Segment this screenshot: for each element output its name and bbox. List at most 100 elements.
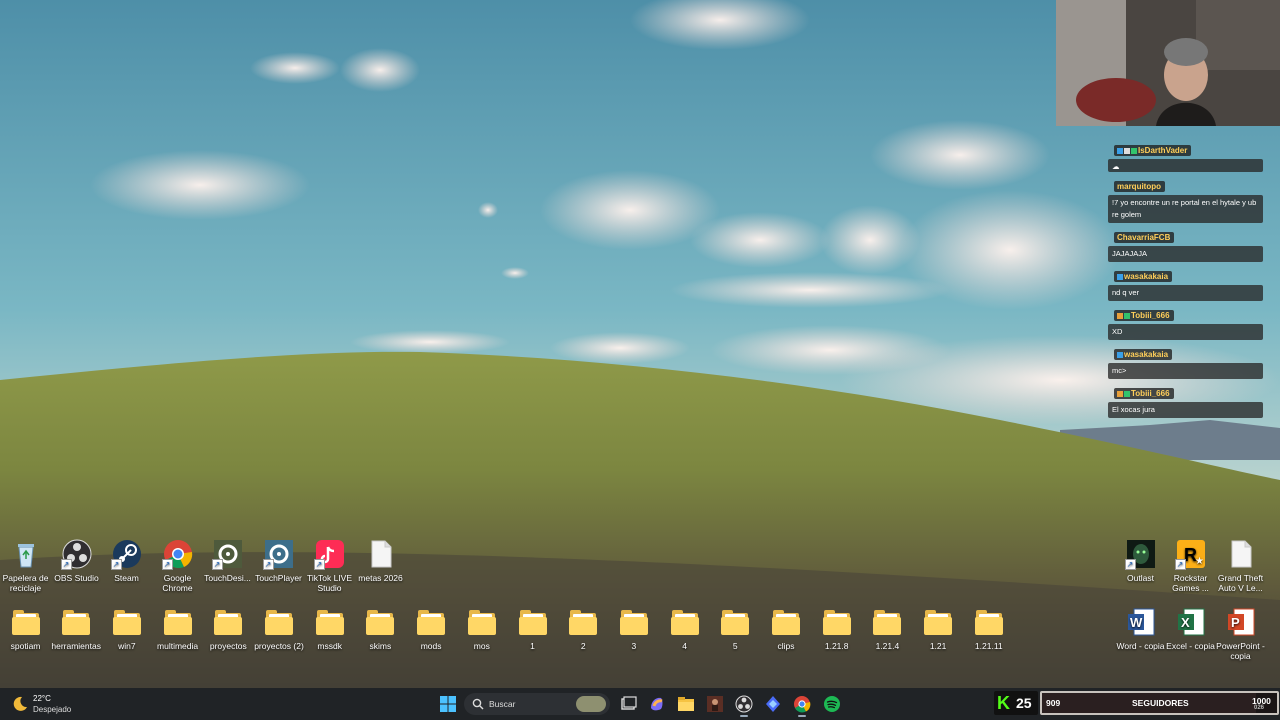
desktop-folder[interactable]: 1.21.4 — [862, 606, 913, 651]
icon-label: 5 — [732, 641, 738, 651]
desktop-folder[interactable]: multimedia — [152, 606, 203, 651]
search-placeholder: Buscar — [489, 699, 516, 709]
chat-message: wasakakaia mc> — [1108, 344, 1263, 379]
icon-label: Excel - copia — [1166, 641, 1215, 651]
chrome-icon: ↗ — [161, 538, 194, 570]
desktop-icon-word-copy[interactable]: W Word - copia — [1115, 606, 1166, 651]
desktop-icon-excel-copy[interactable]: X Excel - copia — [1165, 606, 1216, 651]
desktop-icon-metas-2026[interactable]: metas 2026 — [355, 538, 406, 583]
svg-text:X: X — [1181, 615, 1190, 630]
desktop-icon-rockstar[interactable]: R ★ ↗ Rockstar Games ... — [1165, 538, 1216, 593]
desktop-icon-recycle-bin[interactable]: Papelera de reciclaje — [0, 538, 51, 593]
spotify-icon[interactable] — [822, 694, 842, 714]
chat-message: Tobiii_666 El xocas jura — [1108, 383, 1263, 418]
desktop-folder[interactable]: 4 — [659, 606, 710, 651]
obs-taskbar-icon[interactable] — [734, 694, 754, 717]
folder-icon — [567, 606, 599, 638]
shortcut-arrow-icon: ↗ — [313, 559, 325, 570]
icon-label: 3 — [631, 641, 637, 651]
icon-label: Grand Theft Auto V Le... — [1217, 573, 1264, 593]
icon-label: 1 — [530, 641, 535, 651]
desktop-icon-obs[interactable]: ↗ OBS Studio — [51, 538, 102, 583]
folder-icon — [60, 606, 92, 638]
desktop-folder[interactable]: proyectos (2) — [254, 606, 305, 651]
chat-message: IsDarthVader ☁ — [1108, 140, 1263, 172]
desktop-folder[interactable]: herramientas — [51, 606, 102, 651]
desktop-icon-touchplayer[interactable]: ↗ TouchPlayer — [253, 538, 304, 583]
chat-text: El xocas jura — [1108, 402, 1263, 418]
icon-label: TouchDesi... — [204, 573, 251, 583]
icon-label: 1.21.11 — [974, 641, 1003, 651]
chat-username: marquitopo — [1114, 181, 1165, 192]
touchplayer-icon: ↗ — [262, 538, 295, 570]
icon-label: Papelera de reciclaje — [2, 573, 49, 593]
powerpoint-icon: P — [1225, 606, 1257, 638]
folder-icon — [212, 606, 244, 638]
desktop-icon-tiktok-live[interactable]: ↗ TikTok LIVE Studio — [304, 538, 355, 593]
task-view-icon[interactable] — [618, 694, 638, 714]
weather-widget[interactable]: 22°C Despejado — [10, 694, 100, 716]
desktop-folder[interactable]: 1.21 — [913, 606, 964, 651]
folder-icon — [821, 606, 853, 638]
folder-icon — [973, 606, 1005, 638]
moon-icon — [12, 696, 28, 712]
copilot-icon[interactable] — [647, 694, 667, 714]
file-explorer-icon[interactable] — [676, 694, 696, 714]
windows-start-icon[interactable] — [438, 694, 458, 714]
desktop-icon-gta-v[interactable]: Grand Theft Auto V Le... — [1215, 538, 1266, 593]
desktop-folder[interactable]: mods — [406, 606, 457, 651]
weather-condition: Despejado — [33, 705, 72, 714]
desktop-folder[interactable]: 3 — [608, 606, 659, 651]
text-file-icon — [1225, 538, 1257, 570]
icon-label: 1.21.4 — [875, 641, 900, 651]
followers-goal-bar: 909 SEGUIDORES 1000 026 — [1040, 691, 1279, 715]
desktop-folder[interactable]: proyectos — [203, 606, 254, 651]
desktop-folder[interactable]: mssdk — [304, 606, 355, 651]
desktop-folder[interactable]: mos — [456, 606, 507, 651]
icon-label: 1.21.8 — [824, 641, 849, 651]
desktop-folder[interactable]: 1 — [507, 606, 558, 651]
svg-text:★: ★ — [1195, 556, 1204, 567]
desktop-icon-chrome[interactable]: ↗ Google Chrome — [152, 538, 203, 593]
chrome-taskbar-icon[interactable] — [792, 694, 812, 717]
taskbar-search[interactable]: Buscar — [464, 693, 610, 715]
chat-message: Tobiii_666 XD — [1108, 305, 1263, 340]
desktop-icon-outlast[interactable]: ↗ Outlast — [1115, 538, 1166, 583]
folder-icon — [415, 606, 447, 638]
desktop-icon-steam[interactable]: ↗ Steam — [101, 538, 152, 583]
icon-label: skims — [369, 641, 392, 651]
icon-label: 2 — [580, 641, 586, 651]
desktop-folder[interactable]: 1.21.8 — [811, 606, 862, 651]
chat-username: IsDarthVader — [1114, 145, 1192, 156]
icon-label: clips — [777, 641, 795, 651]
desktop-icon-powerpoint-copy[interactable]: P PowerPoint - copia — [1215, 606, 1266, 661]
icon-label: multimedia — [157, 641, 199, 651]
steam-icon: ↗ — [110, 538, 143, 570]
folder-icon — [364, 606, 396, 638]
desktop-folder[interactable]: 2 — [558, 606, 609, 651]
desktop-folder[interactable]: clips — [761, 606, 812, 651]
folder-icon — [719, 606, 751, 638]
folder-icon — [111, 606, 143, 638]
touchdesigner-icon: ↗ — [211, 538, 244, 570]
folder-icon — [10, 606, 42, 638]
desktop-folder[interactable]: 1.21.11 — [963, 606, 1014, 651]
desktop-folder[interactable]: spotiam — [0, 606, 51, 651]
folder-icon — [162, 606, 194, 638]
folder-icon — [314, 606, 346, 638]
desktop-icon-touchdesigner[interactable]: ↗ TouchDesi... — [202, 538, 253, 583]
desktop-folder[interactable]: skims — [355, 606, 406, 651]
chat-text: JAJAJAJA — [1108, 246, 1263, 262]
dev-app-icon[interactable] — [763, 694, 783, 714]
folder-icon — [922, 606, 954, 638]
icon-label: proyectos (2) — [254, 641, 304, 651]
desktop-folder[interactable]: 5 — [710, 606, 761, 651]
folder-icon — [618, 606, 650, 638]
desktop-folder[interactable]: win7 — [101, 606, 152, 651]
game-app-icon[interactable] — [705, 694, 725, 714]
shortcut-arrow-icon: ↗ — [161, 559, 173, 570]
icon-label: OBS Studio — [54, 573, 99, 583]
folder-icon — [871, 606, 903, 638]
search-highlight-icon — [576, 696, 606, 712]
chat-text: nd q ver — [1108, 285, 1263, 301]
